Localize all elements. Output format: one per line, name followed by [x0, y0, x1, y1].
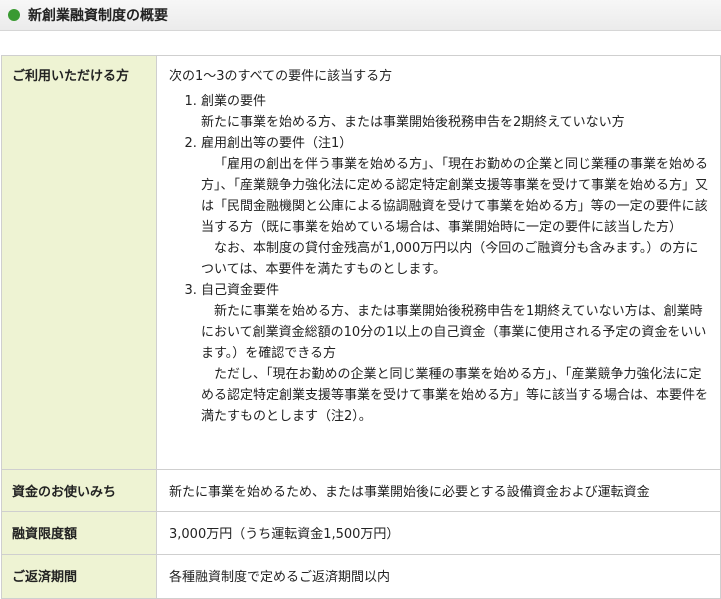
requirement-note: ただし、「現在お勤めの企業と同じ業種の事業を始める方」、「産業競争力強化法に定め… — [201, 367, 709, 424]
loan-limit-label: 融資限度額 — [1, 511, 157, 555]
requirement-title: 雇用創出等の要件（注1） — [201, 136, 353, 151]
requirement-body: 「雇用の創出を伴う事業を始める方」、「現在お勤めの企業と同じ業種の事業を始める方… — [201, 157, 709, 235]
table-row-repayment-period: ご返済期間 各種融資制度で定めるご返済期間以内 — [1, 554, 721, 599]
requirement-note: なお、本制度の貸付金残高が1,000万円以内（今回のご融資分も含みます。）の方に… — [201, 241, 699, 277]
table-row-loan-limit: 融資限度額 3,000万円（うち運転資金1,500万円） — [1, 511, 721, 555]
eligibility-intro: 次の1〜3のすべての要件に該当する方 — [169, 69, 393, 84]
section-heading: 新創業融資制度の概要 — [0, 0, 721, 31]
requirement-title: 創業の要件 — [201, 94, 267, 109]
requirement-body: 新たに事業を始める方、または事業開始後税務申告を1期終えていない方は、創業時にお… — [201, 304, 707, 361]
bullet-dot-icon — [8, 9, 20, 21]
requirement-title: 自己資金要件 — [201, 283, 280, 298]
requirement-body: 新たに事業を始める方、または事業開始後税務申告を2期終えていない方 — [201, 115, 625, 130]
eligibility-content: 次の1〜3のすべての要件に該当する方 創業の要件 新たに事業を始める方、または事… — [156, 55, 721, 470]
repayment-period-value: 各種融資制度で定めるご返済期間以内 — [156, 554, 721, 599]
use-of-funds-label: 資金のお使いみち — [1, 469, 157, 512]
eligibility-label: ご利用いただける方 — [1, 55, 157, 470]
table-row-eligibility: ご利用いただける方 次の1〜3のすべての要件に該当する方 創業の要件 新たに事業… — [1, 55, 721, 470]
use-of-funds-value: 新たに事業を始めるため、または事業開始後に必要とする設備資金および運転資金 — [156, 469, 721, 512]
requirement-item: 雇用創出等の要件（注1） 「雇用の創出を伴う事業を始める方」、「現在お勤めの企業… — [201, 133, 710, 280]
loan-limit-value: 3,000万円（うち運転資金1,500万円） — [156, 511, 721, 555]
requirements-list: 創業の要件 新たに事業を始める方、または事業開始後税務申告を2期終えていない方 … — [169, 91, 710, 427]
overview-table: ご利用いただける方 次の1〜3のすべての要件に該当する方 創業の要件 新たに事業… — [1, 55, 721, 599]
requirement-item: 創業の要件 新たに事業を始める方、または事業開始後税務申告を2期終えていない方 — [201, 91, 710, 133]
section-title: 新創業融資制度の概要 — [28, 8, 168, 24]
requirement-item: 自己資金要件 新たに事業を始める方、または事業開始後税務申告を1期終えていない方… — [201, 280, 710, 427]
table-row-use-of-funds: 資金のお使いみち 新たに事業を始めるため、または事業開始後に必要とする設備資金お… — [1, 469, 721, 512]
repayment-period-label: ご返済期間 — [1, 554, 157, 599]
